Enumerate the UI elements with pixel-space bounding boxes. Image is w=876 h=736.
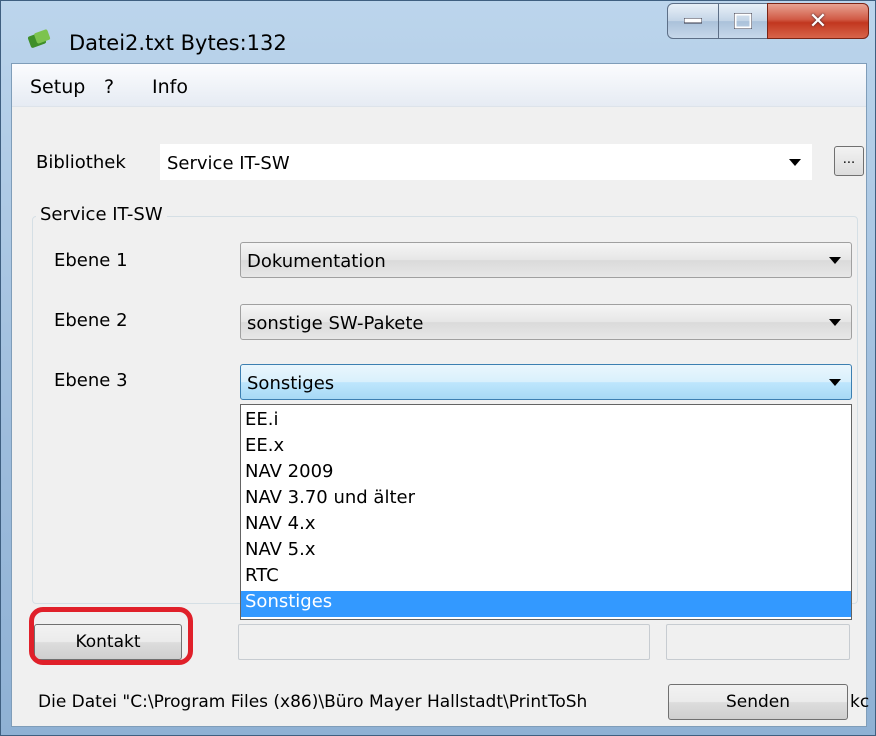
level-2-value: sonstige SW-Pakete xyxy=(247,313,424,334)
close-button[interactable]: ✕ xyxy=(767,3,869,39)
app-window: Datei2.txt Bytes:132 ✕ Setup ? Info Bibl… xyxy=(0,0,876,736)
dropdown-option[interactable]: NAV 4.x xyxy=(241,513,851,535)
dropdown-option[interactable]: EE.i xyxy=(241,409,851,431)
info-field-1 xyxy=(238,624,650,660)
level-2-label: Ebene 2 xyxy=(54,310,128,331)
level-2-select[interactable]: sonstige SW-Pakete xyxy=(240,304,852,340)
level-1-select[interactable]: Dokumentation xyxy=(240,242,852,278)
dropdown-option[interactable]: EE.x xyxy=(241,435,851,457)
level-3-value: Sonstiges xyxy=(247,373,335,394)
group-title: Service IT-SW xyxy=(36,204,167,225)
level-1-value: Dokumentation xyxy=(247,251,386,272)
chevron-down-icon xyxy=(789,159,801,166)
chevron-down-icon xyxy=(829,257,841,264)
status-text: Die Datei "C:\Program Files (x86)\Büro M… xyxy=(38,692,588,712)
dropdown-option-selected[interactable]: Sonstiges xyxy=(241,591,851,617)
minimize-icon xyxy=(668,4,718,38)
menu-help[interactable]: ? xyxy=(104,76,114,98)
app-icon xyxy=(27,29,51,48)
level-3-label: Ebene 3 xyxy=(54,370,128,391)
annotation-highlight xyxy=(29,607,193,665)
close-icon: ✕ xyxy=(808,8,828,34)
dropdown-option[interactable]: NAV 2009 xyxy=(241,461,851,483)
menu-info[interactable]: Info xyxy=(152,76,188,98)
browse-button[interactable]: ... xyxy=(834,146,864,176)
chevron-down-icon xyxy=(829,319,841,326)
title-bar[interactable]: Datei2.txt Bytes:132 ✕ xyxy=(1,1,875,63)
info-field-2 xyxy=(666,624,850,660)
maximize-button[interactable] xyxy=(718,3,768,39)
send-button[interactable]: Senden xyxy=(668,684,848,720)
client-area: Setup ? Info Bibliothek Service IT-SW ..… xyxy=(11,63,870,727)
dropdown-option[interactable]: NAV 5.x xyxy=(241,539,851,561)
maximize-icon xyxy=(719,4,767,38)
dropdown-option[interactable]: NAV 3.70 und älter xyxy=(241,487,851,509)
level-3-dropdown-list: EE.i EE.x NAV 2009 NAV 3.70 und älter NA… xyxy=(240,404,852,620)
chevron-down-icon xyxy=(829,379,841,386)
dropdown-option[interactable]: RTC xyxy=(241,565,851,587)
status-tail: kc xyxy=(850,692,870,712)
menu-bar: Setup ? Info xyxy=(12,64,866,107)
window-title: Datei2.txt Bytes:132 xyxy=(69,31,287,55)
menu-setup[interactable]: Setup xyxy=(30,76,85,98)
library-label: Bibliothek xyxy=(36,152,126,173)
library-value: Service IT-SW xyxy=(167,153,290,174)
level-3-select[interactable]: Sonstiges xyxy=(240,364,852,400)
library-select[interactable]: Service IT-SW xyxy=(160,144,812,180)
minimize-button[interactable] xyxy=(667,3,719,39)
level-1-label: Ebene 1 xyxy=(54,250,128,271)
